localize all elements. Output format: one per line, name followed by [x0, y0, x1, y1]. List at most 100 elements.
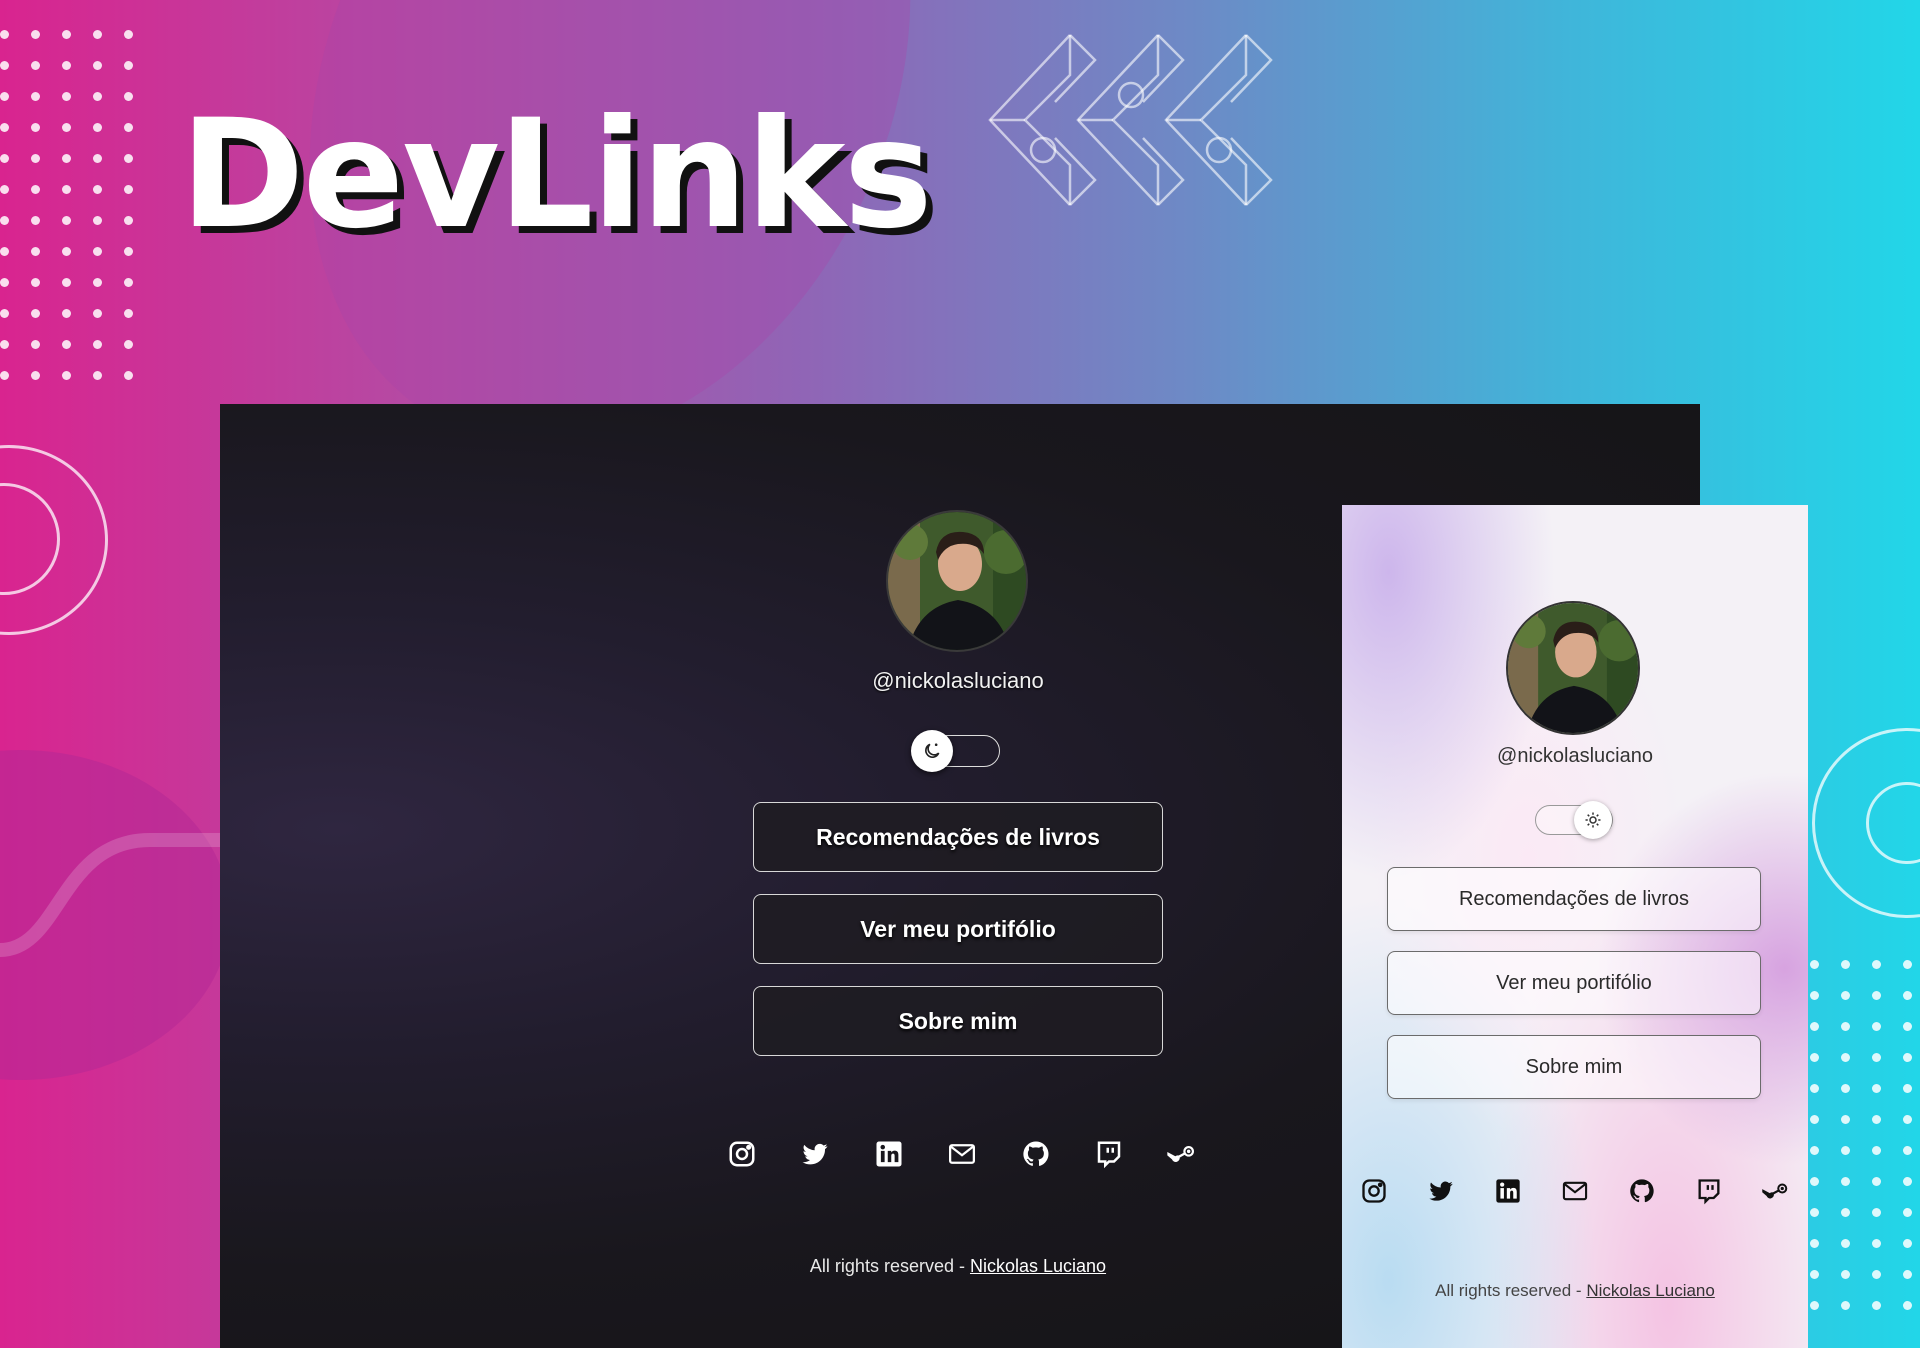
- link-button-books[interactable]: Recomendações de livros: [1387, 867, 1761, 931]
- footer-text: All rights reserved -: [809, 1256, 970, 1276]
- theme-toggle[interactable]: [1535, 801, 1613, 839]
- twitter-icon[interactable]: [1423, 1173, 1459, 1209]
- avatar: [886, 510, 1028, 652]
- decor-dot: [62, 340, 71, 349]
- decor-dot: [31, 309, 40, 318]
- decor-dot: [93, 216, 102, 225]
- decor-dot: [1841, 1084, 1850, 1093]
- decor-dot: [62, 154, 71, 163]
- decor-dot: [31, 61, 40, 70]
- decor-dot: [1903, 1146, 1912, 1155]
- decor-dot: [62, 185, 71, 194]
- linkedin-icon[interactable]: [1490, 1173, 1526, 1209]
- instagram-icon[interactable]: [722, 1134, 762, 1174]
- decor-dot: [1841, 1115, 1850, 1124]
- decor-dot: [31, 247, 40, 256]
- decor-dot: [1810, 1053, 1819, 1062]
- decor-dot: [124, 278, 133, 287]
- decor-dot: [62, 278, 71, 287]
- decor-dot: [31, 185, 40, 194]
- link-button-portfolio[interactable]: Ver meu portifólio: [1387, 951, 1761, 1015]
- footer: All rights reserved - Nickolas Luciano: [1342, 1281, 1808, 1301]
- decor-dot: [93, 371, 102, 380]
- decor-dot: [62, 30, 71, 39]
- decor-dot: [93, 61, 102, 70]
- decor-dot: [1810, 1177, 1819, 1186]
- decor-dot: [1872, 1115, 1881, 1124]
- decor-wave: [0, 833, 230, 957]
- avatar: [1506, 601, 1640, 735]
- decor-dot: [1903, 1022, 1912, 1031]
- decor-dot: [1841, 1208, 1850, 1217]
- link-button-about[interactable]: Sobre mim: [1387, 1035, 1761, 1099]
- decor-dot: [1872, 1084, 1881, 1093]
- instagram-icon[interactable]: [1356, 1173, 1392, 1209]
- decor-dot: [93, 92, 102, 101]
- decor-dot: [31, 278, 40, 287]
- decor-dot: [62, 247, 71, 256]
- decor-dot: [1872, 1208, 1881, 1217]
- email-icon[interactable]: [1557, 1173, 1593, 1209]
- link-button-portfolio[interactable]: Ver meu portifólio: [753, 894, 1163, 964]
- linkedin-icon[interactable]: [869, 1134, 909, 1174]
- twitch-icon[interactable]: [1089, 1134, 1129, 1174]
- decor-dot: [1903, 1239, 1912, 1248]
- decor-dot: [93, 278, 102, 287]
- decor-dot: [1810, 1301, 1819, 1310]
- decor-dot: [62, 371, 71, 380]
- decor-dot: [31, 92, 40, 101]
- author-link[interactable]: Nickolas Luciano: [970, 1256, 1106, 1276]
- steam-icon[interactable]: [1162, 1134, 1202, 1174]
- decor-dot: [124, 123, 133, 132]
- twitter-icon[interactable]: [795, 1134, 835, 1174]
- decor-dot: [1903, 991, 1912, 1000]
- decor-dot: [1903, 1301, 1912, 1310]
- decor-dot: [31, 154, 40, 163]
- light-theme-preview: @nickolasluciano Recomendações de livros…: [1342, 505, 1808, 1348]
- decor-dot: [1872, 1270, 1881, 1279]
- decor-dot: [1810, 1084, 1819, 1093]
- decor-dot: [1903, 1115, 1912, 1124]
- theme-toggle[interactable]: [911, 730, 1000, 772]
- decor-dot: [62, 216, 71, 225]
- decor-dot: [1810, 1270, 1819, 1279]
- decor-dot: [0, 247, 9, 256]
- github-icon[interactable]: [1016, 1134, 1056, 1174]
- decor-dot: [62, 309, 71, 318]
- chevron-decoration: [988, 34, 1273, 206]
- author-link[interactable]: Nickolas Luciano: [1586, 1281, 1715, 1300]
- decor-dot: [31, 30, 40, 39]
- decor-dot: [1841, 1239, 1850, 1248]
- decor-dot: [124, 61, 133, 70]
- email-icon[interactable]: [942, 1134, 982, 1174]
- decor-dot: [1903, 1177, 1912, 1186]
- github-icon[interactable]: [1624, 1173, 1660, 1209]
- decor-dot: [1872, 1177, 1881, 1186]
- link-button-books[interactable]: Recomendações de livros: [753, 802, 1163, 872]
- decor-dot: [31, 371, 40, 380]
- twitch-icon[interactable]: [1691, 1173, 1727, 1209]
- decor-dot: [1872, 1022, 1881, 1031]
- decor-dot: [0, 30, 9, 39]
- steam-icon[interactable]: [1758, 1173, 1794, 1209]
- decor-dot: [0, 154, 9, 163]
- decor-dot: [1810, 1115, 1819, 1124]
- banner-title: DevLinks: [180, 88, 933, 262]
- link-button-about[interactable]: Sobre mim: [753, 986, 1163, 1056]
- decor-dot: [62, 61, 71, 70]
- decor-dot: [0, 92, 9, 101]
- decor-dot: [1810, 1022, 1819, 1031]
- decor-dot: [62, 123, 71, 132]
- decor-dot: [1810, 1239, 1819, 1248]
- decor-dot: [124, 340, 133, 349]
- decor-dot: [1903, 1208, 1912, 1217]
- decor-dot: [1872, 960, 1881, 969]
- decor-dot: [1872, 1239, 1881, 1248]
- decor-dot: [0, 278, 9, 287]
- decor-dot: [31, 216, 40, 225]
- decor-dot: [0, 61, 9, 70]
- decor-dot: [1872, 1146, 1881, 1155]
- decor-dot: [124, 216, 133, 225]
- decor-dot: [124, 92, 133, 101]
- decor-dot: [0, 340, 9, 349]
